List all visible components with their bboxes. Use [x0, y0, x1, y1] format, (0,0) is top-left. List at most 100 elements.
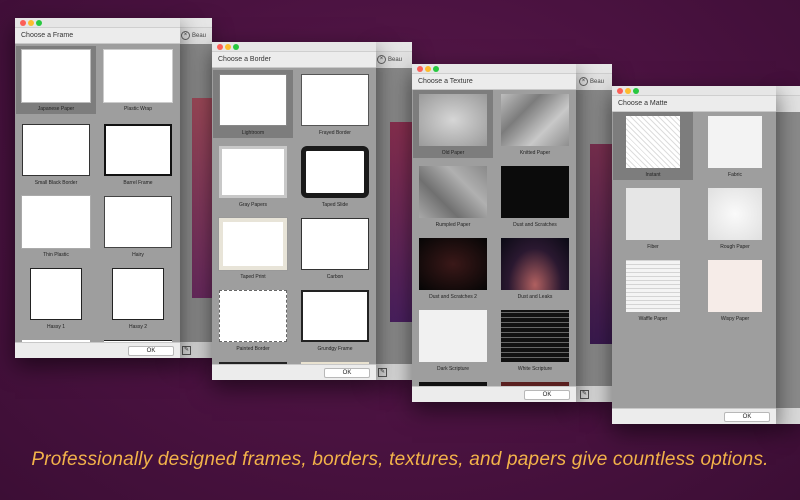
zoom-window-button[interactable] [633, 88, 639, 94]
texture-item[interactable]: Rumpled Paper [413, 162, 493, 230]
ok-button[interactable]: OK [128, 346, 174, 356]
texture-item[interactable]: Old Paper [413, 90, 493, 158]
frame-label: Hassy 1 [46, 324, 66, 330]
border-thumbnail [219, 218, 287, 270]
frame-item[interactable]: Hairy [98, 192, 178, 260]
matte-side-strip [776, 86, 800, 424]
frame-item[interactable]: Japanese Paper [16, 46, 96, 114]
side-footer: ✎ [374, 364, 412, 380]
texture-item[interactable]: Knitted Paper [495, 90, 575, 158]
frame-item[interactable]: Small Black Border [16, 120, 96, 188]
border-side-strip: Beau × ✎ [374, 42, 412, 380]
frame-grid: Japanese Paper Plastic Wrap Small Black … [15, 44, 180, 346]
choose-border-window: Choose a Border Lightroom Frayed Border … [212, 42, 376, 380]
close-icon[interactable]: × [579, 77, 588, 86]
choose-frame-window: Choose a Frame Japanese Paper Plastic Wr… [15, 18, 180, 358]
side-titlebar [374, 42, 412, 52]
close-icon[interactable]: × [377, 55, 386, 64]
choose-matte-window: Choose a Matte Instant Fabric Fiber Roug… [612, 86, 776, 424]
frame-thumbnail [104, 50, 172, 102]
minimize-window-button[interactable] [28, 20, 34, 26]
texture-thumbnail [501, 166, 569, 218]
texture-item[interactable]: Dust and Scratches [495, 162, 575, 230]
matte-item[interactable]: Waffle Paper [613, 256, 693, 324]
border-label: Painted Border [236, 346, 270, 352]
border-item[interactable]: Gray Papers [213, 142, 293, 210]
texture-item[interactable]: Dust and Scratches 2 [413, 234, 493, 302]
frame-label: Barrel Frame [123, 180, 153, 186]
minimize-window-button[interactable] [225, 44, 231, 50]
frame-item[interactable]: Hassy 1 [16, 264, 96, 332]
frame-item[interactable]: Barrel Frame [98, 120, 178, 188]
side-footer [776, 408, 800, 424]
close-window-button[interactable] [417, 66, 423, 72]
matte-thumbnail [626, 116, 680, 168]
matte-label: Wispy Paper [720, 316, 750, 322]
border-item[interactable]: Carbon [295, 214, 375, 282]
frame-label: Hairy [132, 252, 144, 258]
texture-label: Dust and Scratches 2 [429, 294, 477, 300]
border-thumbnail [219, 146, 287, 198]
border-thumbnail [301, 218, 369, 270]
window-footer: OK [212, 364, 376, 380]
close-window-button[interactable] [617, 88, 623, 94]
texture-item[interactable]: Dark Scripture [413, 306, 493, 374]
texture-label: Knitted Paper [519, 150, 551, 156]
matte-item[interactable]: Instant [613, 112, 693, 180]
frame-item[interactable]: Plastic Wrap [98, 46, 178, 114]
texture-thumbnail [501, 310, 569, 362]
choose-texture-window: Choose a Texture Old Paper Knitted Paper… [412, 64, 576, 402]
texture-item[interactable]: White Scripture [495, 306, 575, 374]
matte-thumbnail [708, 260, 762, 312]
border-label: Taped Slide [321, 202, 349, 208]
ok-button[interactable]: OK [324, 368, 370, 378]
border-thumbnail [219, 74, 287, 126]
close-icon[interactable]: × [181, 31, 190, 40]
side-footer: ✎ [178, 342, 212, 358]
matte-item[interactable]: Fiber [613, 184, 693, 252]
close-window-button[interactable] [20, 20, 26, 26]
preview-image [590, 144, 612, 344]
marketing-caption: Professionally designed frames, borders,… [31, 449, 769, 470]
matte-item[interactable]: Rough Paper [695, 184, 775, 252]
edit-icon[interactable]: ✎ [580, 390, 589, 399]
frame-label: Thin Plastic [43, 252, 69, 258]
zoom-window-button[interactable] [36, 20, 42, 26]
ok-button[interactable]: OK [524, 390, 570, 400]
texture-side-strip: Beau × ✎ [576, 64, 612, 402]
edit-icon[interactable]: ✎ [378, 368, 387, 377]
ok-button[interactable]: OK [724, 412, 770, 422]
zoom-window-button[interactable] [233, 44, 239, 50]
texture-label: Old Paper [441, 150, 465, 156]
border-label: Lightroom [241, 130, 265, 136]
frame-thumbnail [112, 268, 164, 320]
edit-icon[interactable]: ✎ [182, 346, 191, 355]
border-item[interactable]: Taped Print [213, 214, 293, 282]
frame-item[interactable]: Hassy 2 [98, 264, 178, 332]
border-item[interactable]: Taped Slide [295, 142, 375, 210]
border-item[interactable]: Lightroom [213, 70, 293, 138]
border-item[interactable]: Grundgy Frame [295, 286, 375, 354]
texture-label: Dust and Scratches [513, 222, 557, 228]
texture-thumbnail [419, 238, 487, 290]
texture-label: White Scripture [517, 366, 553, 372]
border-thumbnail [301, 74, 369, 126]
texture-thumbnail [501, 238, 569, 290]
border-item[interactable]: Painted Border [213, 286, 293, 354]
border-grid: Lightroom Frayed Border Gray Papers Tape… [212, 68, 376, 368]
zoom-window-button[interactable] [433, 66, 439, 72]
matte-label: Waffle Paper [638, 316, 668, 322]
matte-item[interactable]: Wispy Paper [695, 256, 775, 324]
texture-item[interactable]: Dust and Leaks [495, 234, 575, 302]
close-window-button[interactable] [217, 44, 223, 50]
matte-item[interactable]: Fabric [695, 112, 775, 180]
frame-thumbnail [22, 196, 90, 248]
frame-label: Small Black Border [34, 180, 78, 186]
frame-label: Plastic Wrap [124, 106, 152, 112]
minimize-window-button[interactable] [625, 88, 631, 94]
minimize-window-button[interactable] [425, 66, 431, 72]
matte-label: Fiber [647, 244, 659, 250]
frame-item[interactable]: Thin Plastic [16, 192, 96, 260]
border-item[interactable]: Frayed Border [295, 70, 375, 138]
matte-thumbnail [626, 260, 680, 312]
